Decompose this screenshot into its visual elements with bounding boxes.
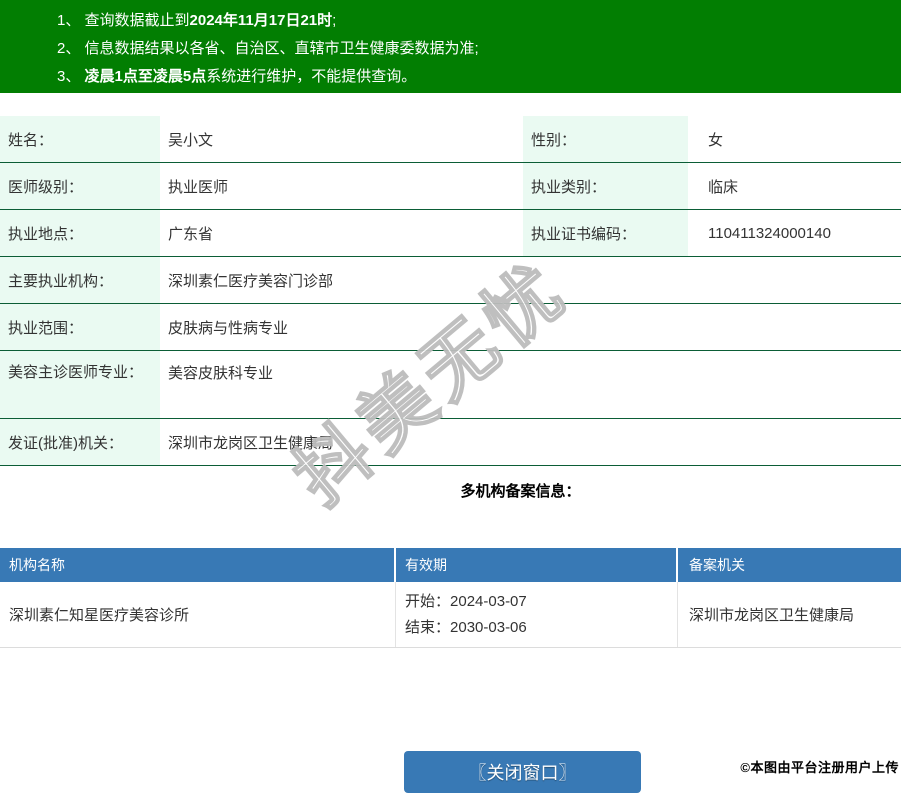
validity-end-line: 结束：2030-03-06: [405, 615, 527, 641]
start-label: 开始：: [405, 592, 451, 610]
main-institution-value: 深圳素仁医疗美容门诊部: [168, 272, 334, 290]
info-row-issuing-authority: 发证(批准)机关： 深圳市龙岗区卫生健康局: [0, 419, 901, 466]
practitioner-info-table: 姓名： 吴小文 性别： 女 医师级别： 执业医师 执业类别： 临床 执业地点： …: [0, 116, 901, 466]
certificate-no-label: 执业证书编码：: [523, 210, 688, 256]
notice-text: 系统进行维护，不能提供查询。: [206, 68, 417, 85]
org-name-cell: 深圳素仁知星医疗美容诊所: [0, 582, 396, 647]
filing-authority-cell: 深圳市龙岗区卫生健康局: [689, 607, 855, 624]
notice-banner: 1、 查询数据截止到2024年11月17日21时; 2、 信息数据结果以各省、自…: [0, 0, 901, 93]
filing-authority-column-header: 备案机关: [689, 557, 745, 573]
start-date: 2024-03-07: [450, 592, 527, 610]
notice-line-1: 1、 查询数据截止到2024年11月17日21时;: [57, 7, 891, 35]
footer-credit: ©本图由平台注册用户上传: [740, 760, 899, 775]
validity-start-line: 开始：2024-03-07: [405, 589, 527, 615]
filing-table: 机构名称 有效期 备案机关 深圳素仁知星医疗美容诊所 开始：2024-03-07…: [0, 548, 901, 648]
practice-scope-value: 皮肤病与性病专业: [168, 319, 289, 337]
notice-bold-text: 2024年11月17日21时: [189, 12, 333, 29]
practice-category-label: 执业类别：: [523, 163, 688, 209]
filing-table-row: 深圳素仁知星医疗美容诊所 开始：2024-03-07 结束：2030-03-06…: [0, 582, 901, 648]
gender-value: 女: [708, 131, 724, 149]
info-row-location-certno: 执业地点： 广东省 执业证书编码： 110411324000140: [0, 210, 901, 257]
end-label: 结束：: [405, 618, 451, 636]
main-institution-label: 主要执业机构：: [0, 257, 160, 303]
practice-scope-label: 执业范围：: [0, 304, 160, 350]
notice-text: 查询数据截止到: [84, 12, 190, 29]
notice-text: 信息数据结果以各省、自治区、直辖市卫生健康委数据为准;: [84, 40, 479, 57]
name-label: 姓名：: [0, 116, 160, 162]
notice-text: ;: [332, 12, 337, 29]
doctor-level-label: 医师级别：: [0, 163, 160, 209]
info-row-name-gender: 姓名： 吴小文 性别： 女: [0, 116, 901, 163]
org-name-column-header: 机构名称: [0, 548, 396, 582]
info-row-practice-scope: 执业范围： 皮肤病与性病专业: [0, 304, 901, 351]
info-row-chief-specialty: 美容主诊医师专业： 美容皮肤科专业: [0, 351, 901, 419]
issuing-authority-value: 深圳市龙岗区卫生健康局: [168, 434, 334, 452]
info-row-main-institution: 主要执业机构： 深圳素仁医疗美容门诊部: [0, 257, 901, 304]
info-row-level-category: 医师级别： 执业医师 执业类别： 临床: [0, 163, 901, 210]
name-value: 吴小文: [168, 131, 214, 149]
practice-location-value: 广东省: [168, 225, 214, 243]
notice-number: 3、: [57, 68, 85, 85]
certificate-no-value: 110411324000140: [708, 224, 831, 242]
notice-number: 2、: [57, 40, 85, 57]
multi-org-section-title: 多机构备案信息：: [460, 483, 581, 500]
license-query-page: 1、 查询数据截止到2024年11月17日21时; 2、 信息数据结果以各省、自…: [0, 0, 901, 793]
practice-location-label: 执业地点：: [0, 210, 160, 256]
filing-table-header: 机构名称 有效期 备案机关: [0, 548, 901, 582]
notice-number: 1、: [57, 12, 85, 29]
close-window-button[interactable]: 〖关闭窗口〗: [404, 751, 641, 793]
notice-bold-text: 凌晨1点至凌晨5点: [84, 68, 207, 85]
chief-specialty-value: 美容皮肤科专业: [168, 365, 274, 382]
gender-label: 性别：: [523, 116, 688, 162]
issuing-authority-label: 发证(批准)机关：: [0, 419, 160, 465]
practice-category-value: 临床: [708, 178, 739, 196]
end-date: 2030-03-06: [450, 618, 527, 636]
chief-specialty-label: 美容主诊医师专业：: [0, 351, 160, 418]
validity-column-header: 有效期: [396, 548, 678, 582]
notice-line-2: 2、 信息数据结果以各省、自治区、直辖市卫生健康委数据为准;: [57, 35, 891, 63]
notice-line-3: 3、 凌晨1点至凌晨5点系统进行维护，不能提供查询。: [57, 63, 891, 91]
doctor-level-value: 执业医师: [168, 178, 229, 196]
validity-cell: 开始：2024-03-07 结束：2030-03-06: [396, 582, 678, 647]
chief-specialty-label-text: 美容主诊医师专业：: [8, 364, 144, 381]
